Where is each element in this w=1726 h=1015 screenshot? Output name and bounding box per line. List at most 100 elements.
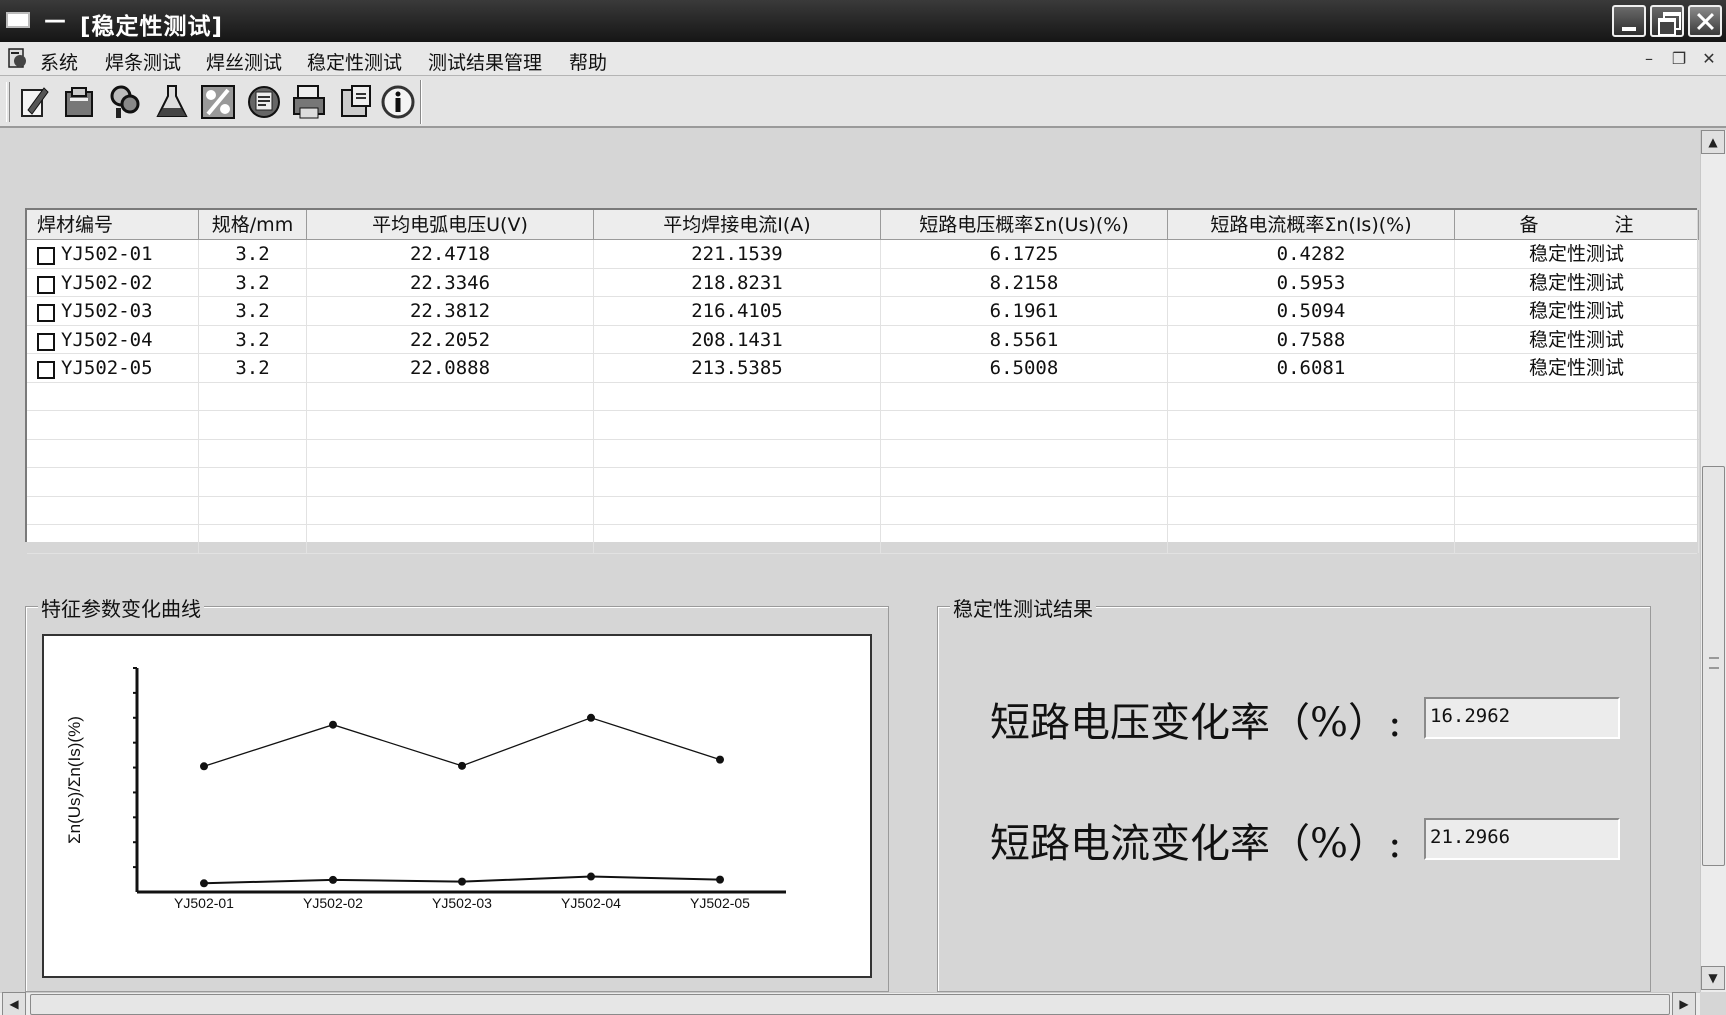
column-header-remarks[interactable]: 备 注 [1455, 210, 1699, 240]
x-tick-label: YJ502-05 [690, 895, 750, 911]
search-icon[interactable] [106, 82, 146, 122]
menu-item-electrode-test[interactable]: 焊条测试 [105, 48, 181, 75]
data-point [458, 761, 466, 770]
scroll-left-button[interactable]: ◀ [2, 992, 26, 1015]
cell-material-id [27, 411, 199, 439]
cell-short-current-prob [1168, 468, 1455, 496]
chart-group-title: 特征参数变化曲线 [38, 593, 204, 622]
cell-avg-voltage: 22.4718 [307, 240, 594, 268]
cell-spec [199, 525, 307, 553]
scroll-right-button[interactable]: ▶ [1672, 992, 1696, 1015]
column-header-spec[interactable]: 规格/mm [199, 210, 307, 240]
table-row[interactable] [27, 468, 1699, 497]
results-grid[interactable]: 焊材编号 规格/mm 平均电弧电压U(V) 平均焊接电流I(A) 短路电压概率Σ… [25, 208, 1699, 554]
cell-remarks [1455, 439, 1699, 468]
column-header-avg-welding-current[interactable]: 平均焊接电流I(A) [594, 210, 881, 240]
table-row[interactable]: YJ502-05 3.2 22.0888 213.5385 6.5008 0.6081 稳定… [27, 354, 1699, 383]
table-row[interactable] [27, 411, 1699, 440]
close-button[interactable] [1688, 5, 1722, 37]
scroll-up-button[interactable]: ▲ [1701, 130, 1725, 154]
cell-spec: 3.2 [199, 325, 307, 354]
table-row[interactable]: YJ502-03 3.2 22.3812 216.4105 6.1961 0.5094 稳定… [27, 297, 1699, 326]
cell-short-voltage-prob [881, 411, 1168, 439]
results-groupbox: 稳定性测试结果 [937, 593, 1651, 992]
current-variation-label: 短路电流变化率（%）: [990, 821, 1402, 867]
data-point [200, 879, 208, 888]
mdi-restore-button[interactable]: ❐ [1668, 48, 1690, 70]
edit-icon[interactable] [14, 82, 54, 122]
cell-short-voltage-prob: 8.5561 [881, 325, 1168, 354]
table-row[interactable]: YJ502-04 3.2 22.2052 208.1431 8.5561 0.7588 稳定… [27, 325, 1699, 354]
x-tick-label: YJ502-04 [561, 895, 621, 911]
table-row[interactable] [27, 496, 1699, 525]
series-line [203, 717, 721, 767]
cell-spec: 3.2 [199, 268, 307, 297]
cell-avg-current [594, 382, 881, 411]
table-row[interactable]: YJ502-02 3.2 22.3346 218.8231 8.2158 0.5953 稳定… [27, 268, 1699, 297]
toolbar-grip[interactable] [6, 82, 10, 122]
cell-material-id [27, 496, 199, 525]
cell-avg-voltage: 22.3812 [307, 297, 594, 325]
horizontal-scroll-thumb[interactable] [30, 994, 1670, 1015]
voltage-variation-field[interactable]: 16.2962 [1424, 697, 1620, 739]
cell-spec [199, 411, 307, 439]
chemistry-icon[interactable] [152, 82, 192, 122]
grid-header: 焊材编号 规格/mm 平均电弧电压U(V) 平均焊接电流I(A) 短路电压概率Σ… [27, 210, 1699, 240]
cell-short-voltage-prob [881, 525, 1168, 553]
horizontal-scrollbar[interactable]: ◀ ▶ [0, 992, 1700, 1015]
cell-short-voltage-prob [881, 382, 1168, 411]
cell-short-current-prob: 0.5094 [1168, 297, 1455, 325]
percent-icon[interactable] [198, 82, 238, 122]
mdi-minimize-button[interactable]: – [1638, 48, 1660, 70]
vertical-scrollbar[interactable]: ▲ ▼ [1700, 130, 1726, 992]
column-header-short-voltage-prob[interactable]: 短路电压概率Σn(Us)(%) [881, 210, 1168, 240]
table-row[interactable] [27, 439, 1699, 468]
vertical-scroll-thumb[interactable] [1702, 466, 1725, 866]
title-separator: — [44, 8, 66, 33]
clipboard-icon[interactable] [60, 82, 100, 122]
x-tick-label: YJ502-03 [432, 895, 492, 911]
y-axis-label: Σn(Us)/Σn(Is)(%) [65, 716, 84, 844]
menu-item-help[interactable]: 帮助 [569, 48, 607, 75]
info-icon[interactable] [378, 82, 418, 122]
mdi-document-icon[interactable] [6, 47, 30, 71]
menu-item-wire-test[interactable]: 焊丝测试 [206, 48, 282, 75]
results-group-title: 稳定性测试结果 [950, 593, 1096, 622]
menu-item-stability-test[interactable]: 稳定性测试 [307, 48, 402, 75]
cell-short-current-prob [1168, 439, 1455, 468]
app-icon[interactable] [6, 12, 30, 28]
mdi-close-button[interactable]: ✕ [1698, 48, 1720, 70]
table-row[interactable] [27, 525, 1699, 554]
scroll-down-button[interactable]: ▼ [1701, 966, 1725, 990]
column-header-avg-arc-voltage[interactable]: 平均电弧电压U(V) [307, 210, 594, 240]
toolbar-separator [420, 80, 422, 124]
cell-avg-current [594, 411, 881, 439]
table-row[interactable]: YJ502-01 3.2 22.4718 221.1539 6.1725 0.4282 稳定… [27, 240, 1699, 269]
cell-material-id: YJ502-04 [27, 325, 199, 354]
cell-avg-current: 208.1431 [594, 325, 881, 354]
cell-avg-voltage [307, 411, 594, 439]
cell-avg-voltage [307, 439, 594, 468]
cell-short-current-prob [1168, 411, 1455, 439]
menu-item-system[interactable]: 系统 [40, 48, 78, 75]
cell-short-voltage-prob: 6.5008 [881, 354, 1168, 382]
cell-short-current-prob: 0.5953 [1168, 268, 1455, 297]
cell-avg-current [594, 468, 881, 496]
cell-remarks: 稳定性测试 [1455, 297, 1699, 325]
export-icon[interactable] [336, 82, 376, 122]
report-icon[interactable] [244, 82, 284, 122]
column-header-short-current-prob[interactable]: 短路电流概率Σn(Is)(%) [1168, 210, 1455, 240]
cell-avg-voltage [307, 525, 594, 553]
cell-avg-current: 218.8231 [594, 268, 881, 297]
menu-item-result-management[interactable]: 测试结果管理 [428, 48, 542, 75]
current-variation-field[interactable]: 21.2966 [1424, 818, 1620, 860]
cell-avg-current: 216.4105 [594, 297, 881, 325]
print-icon[interactable] [290, 82, 330, 122]
restore-button[interactable] [1650, 5, 1684, 37]
x-tick-label: YJ502-02 [303, 895, 363, 911]
cell-material-id: YJ502-01 [27, 240, 199, 268]
cell-material-id [27, 382, 199, 411]
column-header-material-id[interactable]: 焊材编号 [27, 210, 199, 240]
table-row[interactable] [27, 382, 1699, 411]
minimize-button[interactable] [1612, 5, 1646, 37]
